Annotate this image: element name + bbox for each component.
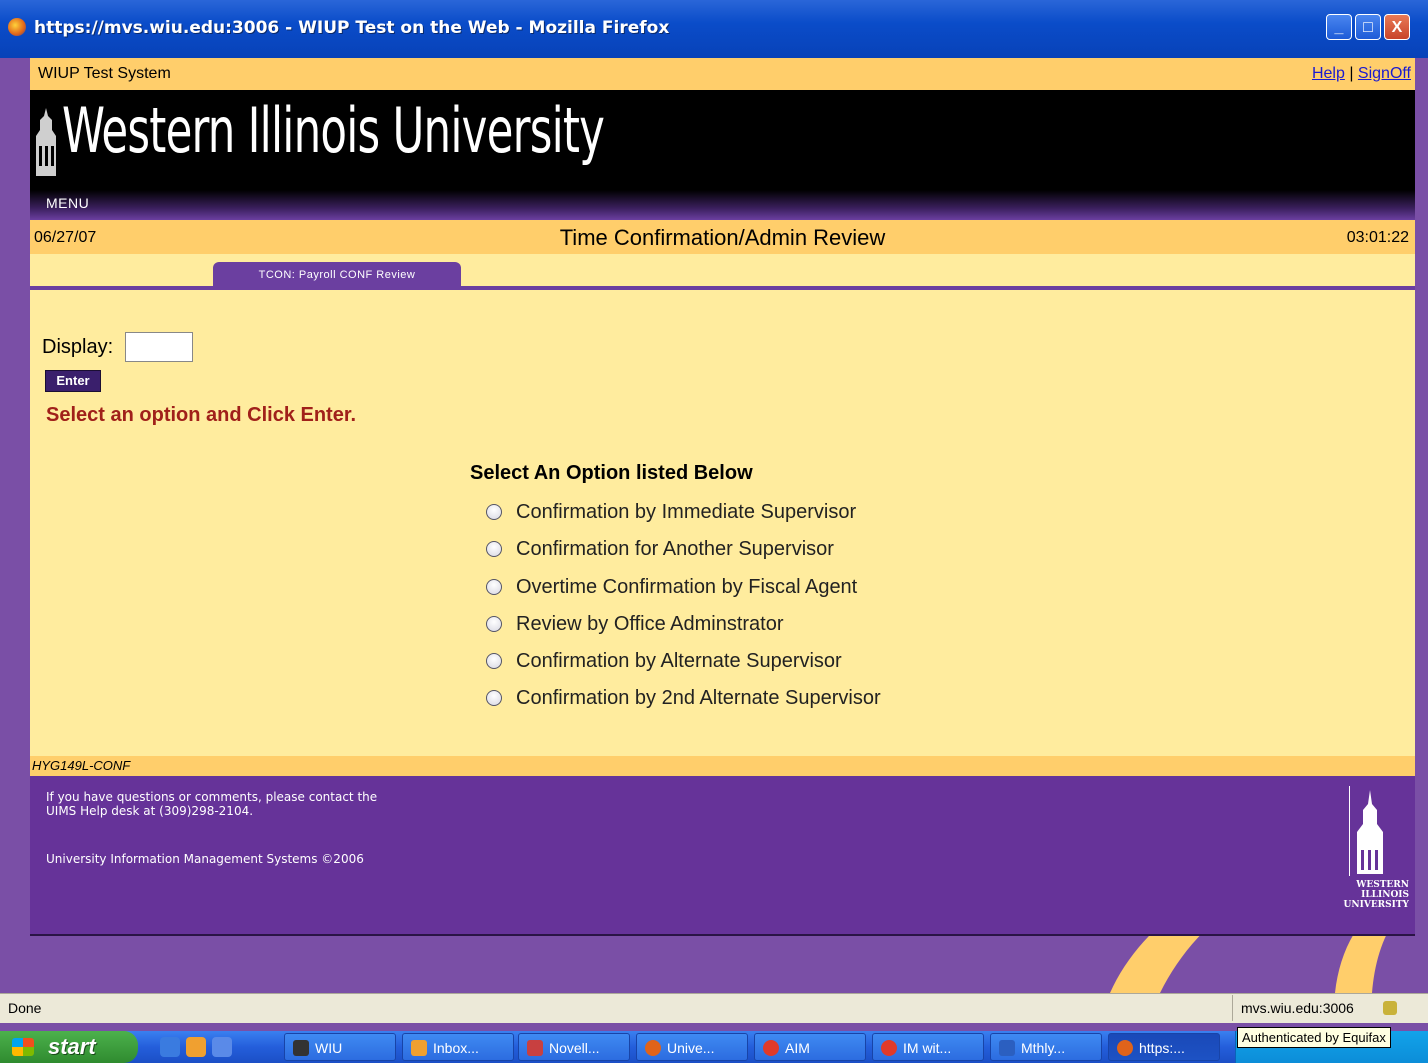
wiu-logo-text: WESTERN ILLINOIS UNIVERSITY [1325,880,1409,910]
lock-icon[interactable] [1383,1001,1397,1015]
taskbar-label: WIU [315,1040,343,1056]
taskbar-item-wiu[interactable]: WIU [284,1033,396,1061]
options-heading: Select An Option listed Below [470,462,753,484]
firefox-icon [8,18,26,36]
option-2nd-alternate-supervisor[interactable]: Confirmation by 2nd Alternate Supervisor [486,684,881,712]
display-input[interactable] [125,332,193,362]
university-banner: Western Illinois University [30,90,1415,190]
logo-line: WESTERN [1356,880,1409,890]
taskbar-label: Mthly... [1021,1040,1066,1056]
taskbar-label: Inbox... [433,1040,479,1056]
top-links: Help | SignOff [1312,65,1411,83]
status-host: mvs.wiu.edu:3006 [1232,995,1407,1021]
taskbar-label: AIM [785,1040,810,1056]
taskbar-item-https[interactable]: https:... [1108,1033,1220,1061]
footer-contact-line1: If you have questions or comments, pleas… [46,790,378,804]
windows-taskbar: start WIU Inbox... Novell... Unive... AI… [0,1031,1428,1063]
close-button[interactable]: X [1384,14,1410,40]
start-button[interactable]: start [0,1031,138,1063]
app-icon [411,1040,427,1056]
footer-copyright: University Information Management System… [46,852,364,866]
top-strip: WIUP Test System Help | SignOff [30,58,1415,90]
option-another-supervisor[interactable]: Confirmation for Another Supervisor [486,535,834,563]
browser-statusbar: Done mvs.wiu.edu:3006 [0,993,1428,1023]
ie-quicklaunch-icon[interactable] [160,1037,180,1057]
taskbar-label: Novell... [549,1040,600,1056]
option-alternate-supervisor[interactable]: Confirmation by Alternate Supervisor [486,647,842,675]
option-label: Confirmation by 2nd Alternate Supervisor [516,686,881,709]
screen-code-strip: HYG149L-CONF [30,756,1415,776]
window-title: https://mvs.wiu.edu:3006 - WIUP Test on … [34,18,670,38]
security-tooltip: Authenticated by Equifax [1237,1027,1391,1048]
logo-line: UNIVERSITY [1343,900,1409,910]
help-link[interactable]: Help [1312,65,1345,82]
option-label: Confirmation for Another Supervisor [516,537,834,560]
system-name: WIUP Test System [38,65,171,82]
taskbar-item-university[interactable]: Unive... [636,1033,748,1061]
tab-payroll-conf-review[interactable]: TCON: Payroll CONF Review [213,262,461,288]
taskbar-label: IM wit... [903,1040,952,1056]
windows-flag-icon [12,1038,34,1056]
host-text: mvs.wiu.edu:3006 [1241,1000,1354,1016]
radio-button[interactable] [486,541,502,557]
header-strip: 06/27/07 Time Confirmation/Admin Review … [30,220,1415,254]
radio-button[interactable] [486,579,502,595]
clock-quicklaunch-icon[interactable] [186,1037,206,1057]
option-label: Overtime Confirmation by Fiscal Agent [516,575,858,598]
instruction-message: Select an option and Click Enter. [46,404,357,426]
radio-button[interactable] [486,690,502,706]
link-separator: | [1344,65,1358,82]
main-content: Display: Enter Select an option and Clic… [30,290,1415,756]
footer-contact-line2: UIMS Help desk at (309)298-2104. [46,804,254,818]
window-titlebar: https://mvs.wiu.edu:3006 - WIUP Test on … [0,0,1428,58]
taskbar-item-novell[interactable]: Novell... [518,1033,630,1061]
logo-line: ILLINOIS [1361,890,1409,900]
taskbar-label: https:... [1139,1040,1185,1056]
im-icon [881,1040,897,1056]
browser-viewport: WIUP Test System Help | SignOff Western … [0,58,1428,993]
option-label: Confirmation by Alternate Supervisor [516,649,842,672]
app-icon [527,1040,543,1056]
option-label: Review by Office Adminstrator [516,612,784,635]
display-label: Display: [42,336,114,358]
dome-icon [36,108,56,176]
taskbar-item-im[interactable]: IM wit... [872,1033,984,1061]
minimize-button[interactable]: _ [1326,14,1352,40]
radio-button[interactable] [486,616,502,632]
status-text: Done [8,1000,42,1016]
tab-strip: TCON: Payroll CONF Review [30,254,1415,290]
firefox-icon [1117,1040,1133,1056]
page-frame: WIUP Test System Help | SignOff Western … [30,58,1415,936]
banner-wordmark: Western Illinois University [62,94,605,167]
browser-quicklaunch-icon[interactable] [212,1037,232,1057]
page-footer: If you have questions or comments, pleas… [30,776,1415,936]
current-time: 03:01:22 [1346,229,1409,246]
taskbar-item-mthly[interactable]: Mthly... [990,1033,1102,1061]
option-immediate-supervisor[interactable]: Confirmation by Immediate Supervisor [486,498,856,526]
option-office-administrator[interactable]: Review by Office Adminstrator [486,610,784,638]
screen-code: HYG149L-CONF [32,758,131,773]
start-label: start [48,1034,96,1059]
option-label: Confirmation by Immediate Supervisor [516,500,857,523]
enter-button[interactable]: Enter [45,370,101,392]
aim-icon [763,1040,779,1056]
app-icon [293,1040,309,1056]
taskbar-label: Unive... [667,1040,715,1056]
taskbar-item-inbox[interactable]: Inbox... [402,1033,514,1061]
page-title: Time Confirmation/Admin Review [559,225,886,250]
radio-button[interactable] [486,504,502,520]
maximize-button[interactable]: □ [1355,14,1381,40]
menu-link[interactable]: MENU [46,195,89,211]
signoff-link[interactable]: SignOff [1358,65,1411,82]
firefox-icon [645,1040,661,1056]
radio-button[interactable] [486,653,502,669]
taskbar-item-aim[interactable]: AIM [754,1033,866,1061]
option-fiscal-agent[interactable]: Overtime Confirmation by Fiscal Agent [486,573,857,601]
menu-bar: MENU [30,190,1415,220]
word-icon [999,1040,1015,1056]
